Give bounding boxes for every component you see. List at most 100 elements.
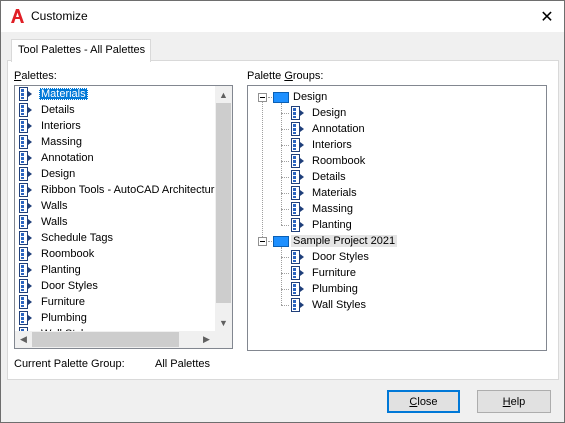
tool-palette-icon [19, 87, 32, 101]
palette-list-item-label: Walls [41, 200, 68, 212]
collapse-toggle-icon[interactable] [258, 237, 267, 246]
tool-palette-icon [291, 122, 304, 136]
current-palette-group-value: All Palettes [155, 358, 211, 370]
tool-palette-icon [19, 151, 32, 165]
palette-list-item[interactable]: Planting [15, 262, 215, 278]
palette-list-item[interactable]: Plumbing [15, 310, 215, 326]
palette-list-item-label: Annotation [41, 152, 94, 164]
title-bar: Customize ✕ [1, 1, 564, 32]
palette-list-item-label: Door Styles [41, 280, 98, 292]
tree-palette-node[interactable]: Roombook [248, 153, 544, 169]
vertical-scrollbar[interactable]: ▲ ▼ [215, 86, 232, 331]
tool-palette-icon [291, 218, 304, 232]
tree-palette-node[interactable]: Furniture [248, 265, 544, 281]
collapse-toggle-icon[interactable] [258, 93, 267, 102]
tool-palette-icon [19, 263, 32, 277]
palette-list-item-label: Furniture [41, 296, 86, 308]
tree-palette-label: Materials [312, 187, 357, 199]
tree-palette-node[interactable]: Planting [248, 217, 544, 233]
scroll-down-arrow-icon[interactable]: ▼ [215, 314, 232, 331]
tree-palette-node[interactable]: Interiors [248, 137, 544, 153]
tree-connector [281, 145, 289, 146]
tree-palette-node[interactable]: Annotation [248, 121, 544, 137]
hscroll-thumb[interactable] [32, 332, 179, 347]
palette-list-item-label: Walls [41, 216, 68, 228]
palette-list-item-label: Massing [41, 136, 82, 148]
tree-palette-label: Design [312, 107, 347, 119]
tree-palette-node[interactable]: Materials [248, 185, 544, 201]
tree-palette-node[interactable]: Massing [248, 201, 544, 217]
palette-list-item[interactable]: Interiors [15, 118, 215, 134]
tree-connector [268, 241, 272, 242]
customize-dialog: Customize ✕ Tool Palettes - All Palettes… [0, 0, 565, 423]
palette-list-item-label: Ribbon Tools - AutoCAD Architecture [41, 184, 221, 196]
tree-palette-label: Plumbing [312, 283, 358, 295]
tab-tool-palettes[interactable]: Tool Palettes - All Palettes [11, 39, 151, 62]
palette-list-item-label: Schedule Tags [41, 232, 113, 244]
palette-list-item[interactable]: Walls [15, 198, 215, 214]
autocad-a-icon [11, 9, 24, 23]
tool-palette-icon [19, 135, 32, 149]
tool-palette-icon [291, 282, 304, 296]
palette-list-item-label: Plumbing [41, 312, 87, 324]
palette-list-item[interactable]: Roombook [15, 246, 215, 262]
tool-palette-icon [291, 186, 304, 200]
tool-palette-icon [291, 154, 304, 168]
scroll-thumb[interactable] [216, 103, 231, 303]
tree-palette-node[interactable]: Door Styles [248, 249, 544, 265]
tree-palette-label: Roombook [312, 155, 366, 167]
palettes-listbox[interactable]: Materials Details Interiors Massing Annotati… [14, 85, 233, 349]
palette-list-item[interactable]: Door Styles [15, 278, 215, 294]
palette-list-item[interactable]: Design [15, 166, 215, 182]
palette-list-item-label: Planting [41, 264, 81, 276]
palette-groups-tree[interactable]: Design Design Annotation Interiors Roombook D… [247, 85, 547, 351]
tree-palette-node[interactable]: Plumbing [248, 281, 544, 297]
tool-palette-icon [291, 266, 304, 280]
palette-list-item[interactable]: Ribbon Tools - AutoCAD Architecture [15, 182, 221, 198]
tool-palette-icon [19, 295, 32, 309]
tree-palette-label: Wall Styles [312, 299, 366, 311]
tree-connector [281, 273, 289, 274]
palette-list-item-label: Details [41, 104, 75, 116]
palette-list-item[interactable]: Schedule Tags [15, 230, 215, 246]
tree-connector [281, 177, 289, 178]
tree-palette-node[interactable]: Design [248, 105, 544, 121]
tree-palette-label: Massing [312, 203, 353, 215]
tree-connector [281, 161, 289, 162]
tree-connector [268, 97, 272, 98]
tree-palette-node[interactable]: Details [248, 169, 544, 185]
tree-connector [281, 193, 289, 194]
tree-connector [281, 289, 289, 290]
tool-palette-icon [19, 199, 32, 213]
scroll-up-arrow-icon[interactable]: ▲ [215, 86, 232, 103]
tool-palette-icon [291, 298, 304, 312]
palette-list-item[interactable]: Materials [15, 86, 215, 102]
scroll-left-arrow-icon[interactable]: ◀ [15, 331, 32, 348]
tool-palette-icon [19, 167, 32, 181]
tree-palette-node[interactable]: Wall Styles [248, 297, 544, 313]
close-button[interactable]: Close [387, 390, 460, 413]
tool-palette-icon [291, 138, 304, 152]
tool-palette-icon [19, 231, 32, 245]
palette-list-item[interactable]: Massing [15, 134, 215, 150]
help-button[interactable]: Help [477, 390, 551, 413]
tree-connector [281, 209, 289, 210]
close-window-icon[interactable]: ✕ [530, 1, 564, 32]
horizontal-scrollbar[interactable]: ◀ ▶ [15, 331, 215, 348]
tree-connector [281, 247, 282, 305]
palette-list-item[interactable]: Furniture [15, 294, 215, 310]
scroll-right-arrow-icon[interactable]: ▶ [198, 331, 215, 348]
tree-palette-label: Interiors [312, 139, 352, 151]
palette-list-item[interactable]: Details [15, 102, 215, 118]
tool-palette-icon [19, 215, 32, 229]
palette-list-item[interactable]: Annotation [15, 150, 215, 166]
tool-palette-icon [19, 247, 32, 261]
palette-list-item[interactable]: Walls [15, 214, 215, 230]
tree-group-node[interactable]: Sample Project 2021 [248, 233, 544, 249]
tree-palette-label: Details [312, 171, 346, 183]
tree-group-node[interactable]: Design [248, 89, 544, 105]
tool-palette-icon [291, 170, 304, 184]
tree-connector [281, 113, 289, 114]
tree-palette-label: Furniture [312, 267, 357, 279]
tree-palette-label: Planting [312, 219, 352, 231]
